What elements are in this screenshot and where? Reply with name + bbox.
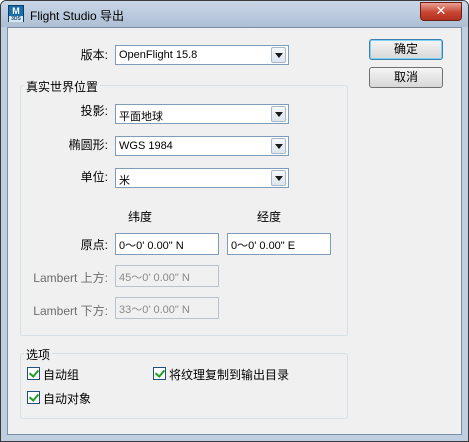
window-title: Flight Studio 导出 [30,9,125,23]
title-bar[interactable]: M 3DS Flight Studio 导出 ✕ [1,1,468,27]
auto-object-label[interactable]: 自动对象 [43,390,91,407]
auto-group-checkbox[interactable] [27,367,40,380]
projection-select[interactable]: 平面地球 [115,104,289,124]
latitude-header: 纬度 [128,210,153,224]
longitude-header: 经度 [257,210,282,224]
ellipsoid-select[interactable]: WGS 1984 [115,136,289,156]
copy-textures-checkbox[interactable] [153,367,166,380]
options-title: 选项 [24,346,53,363]
options-group [20,353,348,419]
ok-button[interactable]: 确定 [369,39,443,60]
lambert-lower-label: Lambert 下方: [33,304,108,318]
projection-label: 投影: [80,104,108,118]
version-value: OpenFlight 15.8 [119,49,198,61]
real-world-title: 真实世界位置 [24,78,101,95]
origin-label: 原点: [80,238,108,252]
dialog-window: M 3DS Flight Studio 导出 ✕ 版本: OpenFlight 1… [0,0,469,442]
units-value: 米 [119,175,130,187]
units-label: 单位: [80,170,108,184]
dialog-body: 版本: OpenFlight 15.8 确定 取消 真实世界位置 投影: 平面地… [7,27,462,435]
ellipsoid-label: 椭圆形: [68,138,108,152]
copy-textures-label[interactable]: 将纹理复制到输出目录 [169,366,289,383]
auto-object-checkbox[interactable] [27,391,40,404]
lambert-lower-input: 33～0' 0.00" N [115,297,219,319]
chevron-down-icon [271,138,286,154]
app-icon: M 3DS [8,5,24,22]
version-select[interactable]: OpenFlight 15.8 [115,45,289,65]
origin-longitude-input[interactable]: 0～0' 0.00" E [227,233,331,255]
chevron-down-icon [271,106,286,122]
projection-value: 平面地球 [119,111,163,123]
lambert-upper-input: 45～0' 0.00" N [115,265,219,287]
chevron-down-icon [271,170,286,186]
ellipsoid-value: WGS 1984 [119,140,173,152]
auto-group-label[interactable]: 自动组 [43,366,79,383]
origin-latitude-input[interactable]: 0～0' 0.00" N [115,233,219,255]
chevron-down-icon [271,47,286,63]
lambert-upper-label: Lambert 上方: [33,271,108,285]
units-select[interactable]: 米 [115,168,289,188]
cancel-button[interactable]: 取消 [369,67,443,88]
version-label: 版本: [80,48,108,62]
close-button[interactable]: ✕ [420,2,462,21]
